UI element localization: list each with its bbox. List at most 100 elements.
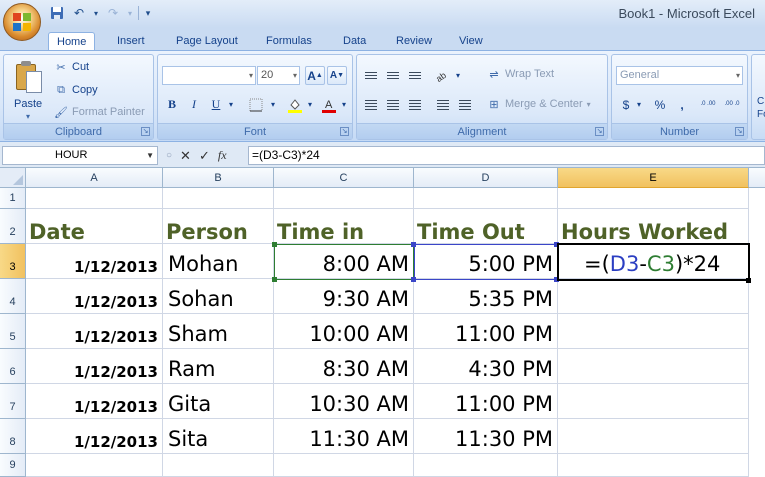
- cell-b8[interactable]: Sita: [163, 419, 274, 454]
- shrink-font-button[interactable]: A ▼: [327, 66, 347, 85]
- select-all-button[interactable]: [0, 168, 26, 188]
- row-header-9[interactable]: 9: [0, 454, 26, 477]
- tab-formulas[interactable]: Formulas: [258, 32, 320, 51]
- undo-icon[interactable]: ↶: [70, 5, 88, 21]
- redo-icon[interactable]: ↷: [104, 5, 122, 21]
- alignment-dialog-launcher-icon[interactable]: ↘: [595, 127, 604, 136]
- underline-dropdown-icon[interactable]: ▾: [226, 95, 236, 114]
- header-date[interactable]: Date: [26, 209, 163, 244]
- align-middle-icon[interactable]: [383, 66, 403, 85]
- tab-insert[interactable]: Insert: [109, 32, 153, 51]
- align-center-icon[interactable]: [383, 95, 403, 114]
- cell-a6[interactable]: 1/12/2013: [26, 349, 163, 384]
- format-painter-button[interactable]: 🖌 Format Painter: [54, 106, 145, 119]
- column-header-d[interactable]: D: [414, 168, 558, 188]
- font-size-combo[interactable]: 20 ▾: [257, 66, 300, 85]
- cell-e7[interactable]: [558, 384, 749, 419]
- enter-icon[interactable]: ✓: [199, 148, 210, 164]
- cell-a4[interactable]: 1/12/2013: [26, 279, 163, 314]
- tab-data[interactable]: Data: [335, 32, 374, 51]
- cell-d8[interactable]: 11:30 PM: [414, 419, 558, 454]
- row-header-4[interactable]: 4: [0, 279, 26, 314]
- align-right-icon[interactable]: [405, 95, 425, 114]
- cell-e4[interactable]: [558, 279, 749, 314]
- orientation-icon[interactable]: ab: [433, 66, 453, 85]
- comma-button[interactable]: ,: [672, 95, 692, 114]
- cell-e1[interactable]: [558, 188, 749, 209]
- row-header-1[interactable]: 1: [0, 188, 26, 209]
- name-box[interactable]: HOUR ▼: [2, 146, 158, 165]
- cell-c5[interactable]: 10:00 AM: [274, 314, 414, 349]
- save-icon[interactable]: [48, 5, 66, 21]
- align-top-icon[interactable]: [361, 66, 381, 85]
- cell-c8[interactable]: 11:30 AM: [274, 419, 414, 454]
- paste-button[interactable]: Paste: [14, 98, 42, 110]
- row-header-7[interactable]: 7: [0, 384, 26, 419]
- cell-c4[interactable]: 9:30 AM: [274, 279, 414, 314]
- redo-dropdown-icon[interactable]: ▾: [126, 5, 134, 21]
- cell-d4[interactable]: 5:35 PM: [414, 279, 558, 314]
- row-header-3[interactable]: 3: [0, 244, 26, 279]
- office-button[interactable]: [3, 3, 41, 41]
- number-dialog-launcher-icon[interactable]: ↘: [735, 127, 744, 136]
- cell-e9[interactable]: [558, 454, 749, 477]
- cell-c9[interactable]: [274, 454, 414, 477]
- increase-indent-icon[interactable]: [455, 95, 475, 114]
- percent-button[interactable]: %: [650, 95, 670, 114]
- range-handle[interactable]: [272, 277, 277, 282]
- cell-a1[interactable]: [26, 188, 163, 209]
- header-person[interactable]: Person: [163, 209, 274, 244]
- increase-decimal-button[interactable]: .0 .00: [698, 95, 718, 114]
- cell-b1[interactable]: [163, 188, 274, 209]
- font-dialog-launcher-icon[interactable]: ↘: [340, 127, 349, 136]
- wrap-text-button[interactable]: ⇌ Wrap Text: [487, 68, 554, 81]
- undo-dropdown-icon[interactable]: ▾: [92, 5, 100, 21]
- cell-c1[interactable]: [274, 188, 414, 209]
- cut-button[interactable]: ✂ Cut: [54, 61, 89, 74]
- clipboard-dialog-launcher-icon[interactable]: ↘: [141, 127, 150, 136]
- column-header-f-partial[interactable]: [749, 168, 765, 188]
- cell-b9[interactable]: [163, 454, 274, 477]
- font-name-combo[interactable]: ▾: [162, 66, 256, 85]
- font-color-icon[interactable]: A: [319, 95, 339, 114]
- column-header-a[interactable]: A: [26, 168, 163, 188]
- number-format-combo[interactable]: General ▾: [616, 66, 743, 85]
- cell-c7[interactable]: 10:30 AM: [274, 384, 414, 419]
- align-bottom-icon[interactable]: [405, 66, 425, 85]
- orientation-dropdown-icon[interactable]: ▾: [453, 66, 463, 85]
- copy-button[interactable]: ⧉ Copy: [54, 84, 98, 96]
- cell-b4[interactable]: Sohan: [163, 279, 274, 314]
- header-hours-worked[interactable]: Hours Worked: [558, 209, 749, 244]
- cell-b6[interactable]: Ram: [163, 349, 274, 384]
- row-header-5[interactable]: 5: [0, 314, 26, 349]
- fill-handle[interactable]: [746, 278, 751, 283]
- cell-d9[interactable]: [414, 454, 558, 477]
- bold-button[interactable]: B: [162, 95, 182, 114]
- cell-b5[interactable]: Sham: [163, 314, 274, 349]
- range-handle[interactable]: [411, 277, 416, 282]
- header-time-out[interactable]: Time Out: [414, 209, 558, 244]
- cell-d7[interactable]: 11:00 PM: [414, 384, 558, 419]
- grow-font-button[interactable]: A ▲: [305, 66, 325, 85]
- cell-e6[interactable]: [558, 349, 749, 384]
- cell-d6[interactable]: 4:30 PM: [414, 349, 558, 384]
- tab-home[interactable]: Home: [48, 32, 96, 51]
- tab-view[interactable]: View: [451, 32, 491, 51]
- row-header-2[interactable]: 2: [0, 209, 26, 244]
- fill-color-dropdown-icon[interactable]: ▾: [305, 95, 315, 114]
- cell-a8[interactable]: 1/12/2013: [26, 419, 163, 454]
- tab-review[interactable]: Review: [388, 32, 440, 51]
- conditional-formatting-button[interactable]: C Fo: [757, 95, 765, 121]
- cell-a5[interactable]: 1/12/2013: [26, 314, 163, 349]
- font-color-dropdown-icon[interactable]: ▾: [339, 95, 349, 114]
- cell-d1[interactable]: [414, 188, 558, 209]
- italic-button[interactable]: I: [184, 95, 204, 114]
- cell-a7[interactable]: 1/12/2013: [26, 384, 163, 419]
- currency-dropdown-icon[interactable]: ▾: [634, 95, 644, 114]
- cell-c6[interactable]: 8:30 AM: [274, 349, 414, 384]
- range-handle[interactable]: [272, 242, 277, 247]
- insert-function-icon[interactable]: fx: [218, 148, 227, 163]
- fill-color-icon[interactable]: [285, 95, 305, 114]
- cell-b3[interactable]: Mohan: [163, 244, 274, 279]
- cell-e8[interactable]: [558, 419, 749, 454]
